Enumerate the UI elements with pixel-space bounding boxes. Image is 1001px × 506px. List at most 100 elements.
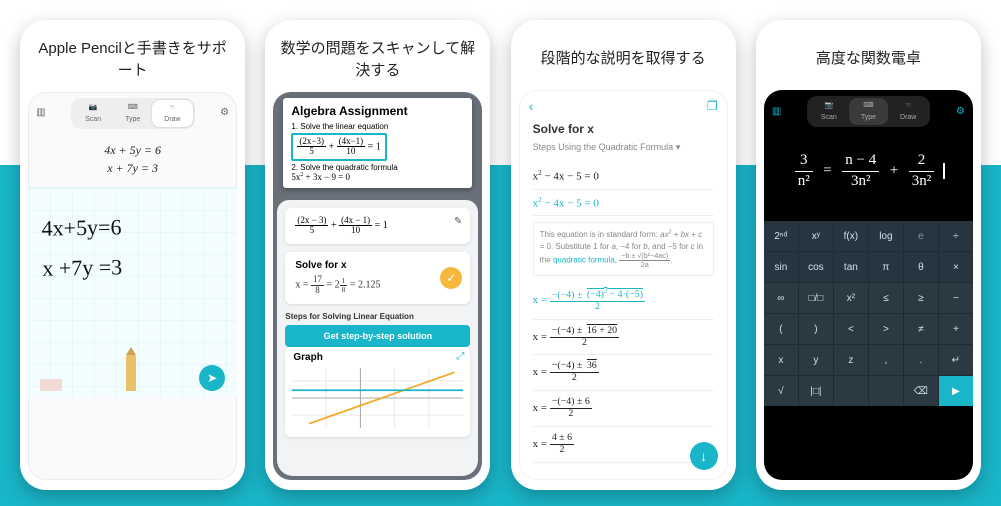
equation-panel: ✎ (2x − 3)5 + (4x − 1)10 = 1 [285,208,470,245]
key-square[interactable]: x² [834,283,868,313]
key-2nd[interactable]: 2ⁿᵈ [764,221,798,251]
key-enter[interactable]: ↵ [939,345,973,375]
key-le[interactable]: ≤ [869,283,903,313]
key-fraction[interactable]: □/□ [799,283,833,313]
mode-draw[interactable]: ☜Draw [888,98,928,125]
scanned-equation-highlight[interactable]: (2x−3)5 + (4x−1)10 = 1 [291,133,386,162]
key-multiply[interactable]: × [939,252,973,282]
input-mode-toggle[interactable]: 📷Scan ⌨Type ☜Draw [807,96,931,127]
step-equation: x = −(−4) ± 362 [533,355,714,391]
get-steps-button[interactable]: Get step-by-step solution [285,325,470,347]
card-title: 段階的な説明を取得する [511,20,736,90]
method-dropdown[interactable]: Steps Using the Quadratic Formula ▾ [533,142,714,153]
mode-draw[interactable]: ☜Draw [152,100,192,127]
submit-button[interactable]: ➤ [199,365,225,391]
key-gt[interactable]: > [869,314,903,344]
key-power[interactable]: xʸ [799,221,833,251]
gear-icon[interactable]: ⚙ [220,108,229,118]
card-title: Apple Pencilと手書きをサポート [20,20,245,92]
solve-result: x = 178 = 218 = 2.125 [295,275,434,296]
steps-label: Steps for Solving Linear Equation [285,312,470,321]
mode-type[interactable]: ⌨Type [849,98,888,125]
calculator-keypad: 2ⁿᵈ xʸ f(x) log e ÷ sin cos tan π θ × ∞ … [764,221,973,406]
drawing-canvas[interactable]: 4x+5y=6 x +7y =3 ➤ [28,187,237,397]
key-x[interactable]: x [764,345,798,375]
mode-scan[interactable]: 📷Scan [73,100,113,127]
card-title: 数学の問題をスキャンして解決する [265,20,490,92]
solve-heading: Solve for x [533,122,714,136]
scanned-document: ← Algebra Assignment 1. Solve the linear… [283,98,472,189]
key-abs[interactable]: |□| [799,376,833,406]
scroll-down-button[interactable]: ↓ [690,442,718,470]
solve-heading: Solve for x [295,260,434,271]
key-tan[interactable]: tan [834,252,868,282]
key-cos[interactable]: cos [799,252,833,282]
key-fx[interactable]: f(x) [834,221,868,251]
key-z[interactable]: z [834,345,868,375]
handwriting: 4x+5y=6 x +7y =3 [41,207,122,288]
bookmark-icon[interactable]: ❐ [707,99,718,113]
screenshot-card-steps: 段階的な説明を取得する ‹ ❐ Solve for x Steps Using … [511,20,736,490]
input-mode-toggle[interactable]: 📷Scan ⌨Type ☜Draw [71,98,195,129]
key-rparen[interactable]: ) [799,314,833,344]
key-plus[interactable]: + [939,314,973,344]
key-y[interactable]: y [799,345,833,375]
phone-frame: ▥ 📷Scan ⌨Type ☜Draw ⚙ 3n² = n − 43n² + 2… [764,90,973,480]
calculator-display[interactable]: 3n² = n − 43n² + 23n² [764,133,973,221]
key-infinity[interactable]: ∞ [764,283,798,313]
key-solve[interactable]: ▶ [939,376,973,406]
key-lparen[interactable]: ( [764,314,798,344]
key-sin[interactable]: sin [764,252,798,282]
expand-icon[interactable]: ⤢ [456,351,464,362]
result-sheet: ✎ (2x − 3)5 + (4x − 1)10 = 1 Solve for x… [277,200,478,477]
key-sqrt[interactable]: √ [764,376,798,406]
screenshot-card-draw: Apple Pencilと手書きをサポート ▥ 📷Scan ⌨Type ☜Dra… [20,20,245,490]
key-lt[interactable]: < [834,314,868,344]
step-equation: x = 4 ± 62 [533,427,714,463]
solve-panel: Solve for x x = 178 = 218 = 2.125 ✓ [285,252,470,304]
key-blank[interactable] [834,376,868,406]
graph-label: Graph [285,347,470,368]
key-blank[interactable] [869,376,903,406]
menu-icon[interactable]: ▥ [772,107,781,117]
question-1-label: 1. Solve the linear equation [291,122,464,131]
document-title: Algebra Assignment [291,104,464,118]
text-cursor [943,163,945,179]
back-icon[interactable]: ← [281,104,293,118]
phone-frame: ‹ ❐ Solve for x Steps Using the Quadrati… [519,90,728,480]
screenshot-card-calculator: 高度な関数電卓 ▥ 📷Scan ⌨Type ☜Draw ⚙ 3n² = n − … [756,20,981,490]
question-2-eq: 5x2 + 3x − 9 = 0 [291,172,464,182]
key-e[interactable]: e [904,221,938,251]
pencil-tool[interactable] [126,355,136,391]
phone-frame: ← Algebra Assignment 1. Solve the linear… [273,92,482,481]
step-equation: x = −(−4) ± 62 [533,391,714,427]
key-ne[interactable]: ≠ [904,314,938,344]
check-icon[interactable]: ✓ [440,267,462,289]
edit-icon[interactable]: ✎ [454,216,462,227]
question-2-label: 2. Solve the quadratic formula [291,163,464,172]
graph-plot [285,368,470,428]
menu-icon[interactable]: ▥ [36,108,45,118]
mode-scan[interactable]: 📷Scan [809,98,849,125]
step-equation: x = −(−4) ± (−4)2 − 4·(−5)2 [533,282,714,320]
key-divide[interactable]: ÷ [939,221,973,251]
key-comma[interactable]: , [869,345,903,375]
gear-icon[interactable]: ⚙ [956,107,965,117]
graph-panel[interactable]: ⤢ Graph [285,347,470,437]
parsed-equation: (2x − 3)5 + (4x − 1)10 = 1 [295,220,387,231]
quadratic-formula-link[interactable]: quadratic formula [553,255,615,264]
back-icon[interactable]: ‹ [529,98,534,114]
key-minus[interactable]: − [939,283,973,313]
mode-type[interactable]: ⌨Type [113,100,152,127]
key-theta[interactable]: θ [904,252,938,282]
key-log[interactable]: log [869,221,903,251]
typeset-equations: 4x + 5y = 6 x + 7y = 3 [28,135,237,187]
key-dot[interactable]: . [904,345,938,375]
key-pi[interactable]: π [869,252,903,282]
step-equation-highlight: x2 − 4x − 5 = 0 [533,190,714,217]
key-backspace[interactable]: ⌫ [904,376,938,406]
key-ge[interactable]: ≥ [904,283,938,313]
phone-frame: ▥ 📷Scan ⌨Type ☜Draw ⚙ 4x + 5y = 6 x + 7y… [28,92,237,481]
eraser-tool[interactable] [40,379,62,391]
card-title: 高度な関数電卓 [756,20,981,90]
